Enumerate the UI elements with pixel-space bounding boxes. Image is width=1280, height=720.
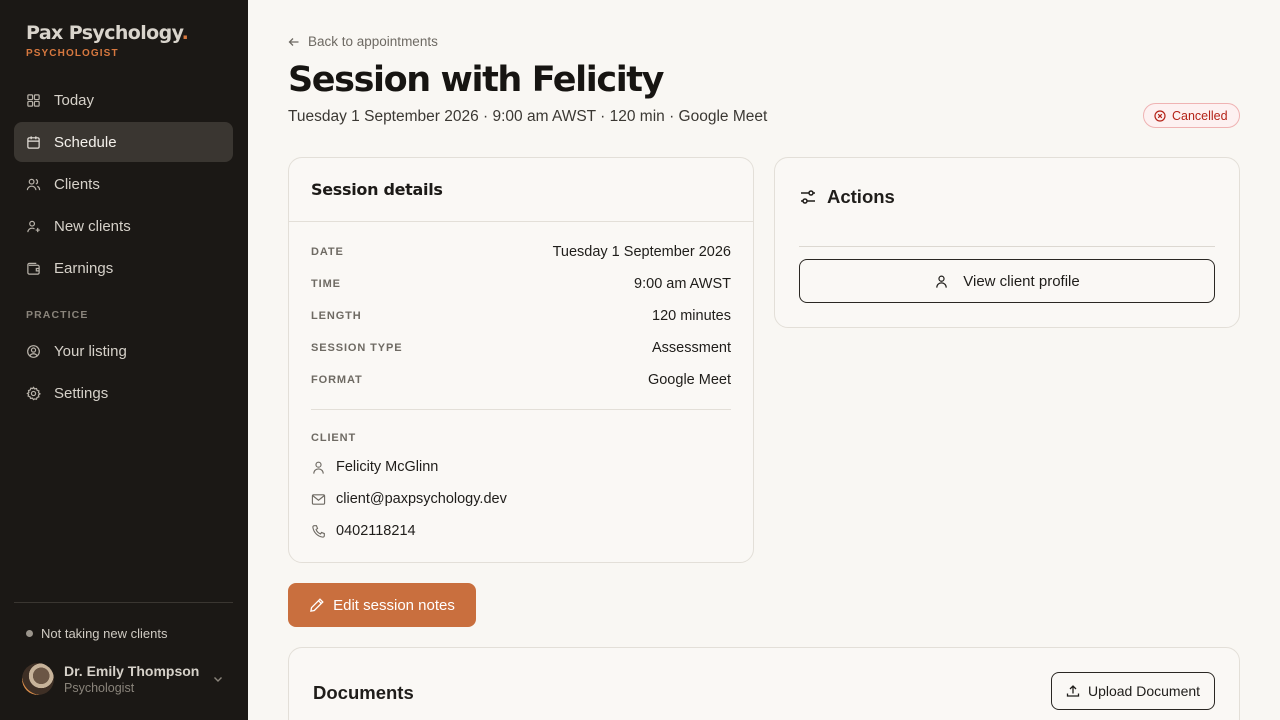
wallet-icon [27,262,40,275]
client-name: Felicity McGlinn [336,459,439,475]
sidebar-item-new-clients[interactable]: New clients [14,206,233,246]
sliders-icon [801,190,815,204]
sidebar-item-label: Schedule [54,133,117,151]
user-menu[interactable]: Dr. Emily Thompson Psychologist [22,663,232,695]
mail-icon [311,493,326,505]
sidebar-item-label: Earnings [54,259,114,277]
upload-icon [1066,685,1080,697]
detail-value: 9:00 am AWST [634,276,731,292]
session-details-title: Session details [289,158,753,222]
chevron-down-icon[interactable] [212,673,224,685]
pencil-icon [310,598,324,612]
client-phone-line: 0402118214 [311,523,416,539]
user-circle-icon [27,344,40,358]
availability-status-label: Not taking new clients [41,626,168,641]
main-content: Back to appointments Session with Felici… [248,0,1280,720]
sidebar-item-label: Your listing [54,342,127,360]
sidebar-item-your-listing[interactable]: Your listing [14,331,233,371]
divider [799,246,1215,247]
sidebar-item-earnings[interactable]: Earnings [14,248,233,288]
sidebar-item-today[interactable]: Today [14,80,233,120]
user-name: Dr. Emily Thompson [64,663,200,679]
detail-row-date: DATE Tuesday 1 September 2026 [311,242,731,262]
view-client-profile-label: View client profile [963,272,1080,290]
sidebar-item-clients[interactable]: Clients [14,164,233,204]
detail-label: TIME [311,278,341,290]
brand-logo[interactable]: Pax Psychology. PSYCHOLOGIST [26,22,189,59]
actions-card: Actions View client profile [774,157,1240,328]
brand-subtitle: PSYCHOLOGIST [26,48,119,59]
back-link-label: Back to appointments [308,34,438,49]
upload-document-label: Upload Document [1087,683,1201,699]
status-badge: Cancelled [1143,103,1240,128]
sidebar: Pax Psychology. PSYCHOLOGIST Today Sched… [0,0,248,720]
x-circle-icon [1154,109,1166,122]
upload-document-button[interactable]: Upload Document [1051,672,1215,710]
detail-row-time: TIME 9:00 am AWST [311,274,731,294]
user-role: Psychologist [64,681,135,695]
avatar [22,663,54,695]
sidebar-item-settings[interactable]: Settings [14,373,233,413]
brand-name: Pax Psychology. [26,22,189,44]
main-nav: Today Schedule Clients New clients Earni… [14,80,233,290]
nav-section-label: PRACTICE [26,309,89,321]
availability-status[interactable]: Not taking new clients [26,626,167,641]
divider [311,409,731,410]
edit-session-notes-button[interactable]: Edit session notes [288,583,476,627]
status-badge-label: Cancelled [1172,108,1228,123]
view-client-profile-button[interactable]: View client profile [799,259,1215,303]
session-summary: Tuesday 1 September 2026 · 9:00 am AWST … [288,108,768,125]
client-section-label: CLIENT [311,432,357,444]
status-dot-icon [26,630,33,637]
back-to-appointments-link[interactable]: Back to appointments [288,34,438,49]
documents-card: Documents Upload Document [288,647,1240,720]
client-phone[interactable]: 0402118214 [336,523,416,539]
client-email[interactable]: client@paxpsychology.dev [336,491,507,507]
phone-icon [312,524,325,538]
user-icon [936,275,948,288]
session-details-card: Session details DATE Tuesday 1 September… [288,157,754,563]
detail-label: SESSION TYPE [311,342,403,354]
dashboard-icon [27,93,40,107]
users-icon [26,178,41,190]
arrow-left-icon [288,37,299,46]
user-plus-icon [27,220,40,232]
detail-row-session-type: SESSION TYPE Assessment [311,338,731,358]
client-email-line: client@paxpsychology.dev [311,491,507,507]
detail-row-format: FORMAT Google Meet [311,370,731,390]
sidebar-item-label: Clients [54,175,100,193]
detail-label: LENGTH [311,310,362,322]
sidebar-item-label: New clients [54,217,131,235]
sidebar-divider [14,602,233,603]
detail-row-length: LENGTH 120 minutes [311,306,731,326]
detail-value: Tuesday 1 September 2026 [552,244,731,260]
user-icon [313,461,324,474]
detail-label: DATE [311,246,344,258]
sidebar-item-label: Settings [54,384,109,402]
detail-value: 120 minutes [652,308,731,324]
actions-title-label: Actions [827,186,895,207]
sidebar-item-label: Today [54,91,95,109]
page-title: Session with Felicity [288,60,664,100]
detail-label: FORMAT [311,374,363,386]
sidebar-item-schedule[interactable]: Schedule [14,122,233,162]
detail-value: Assessment [652,340,731,356]
client-name-line: Felicity McGlinn [311,459,438,475]
calendar-icon [27,135,40,149]
documents-title: Documents [313,682,414,703]
gear-icon [26,385,41,400]
detail-value: Google Meet [647,372,731,388]
practice-nav: Your listing Settings [14,331,233,415]
actions-title: Actions [799,186,895,208]
edit-session-notes-label: Edit session notes [333,596,455,614]
